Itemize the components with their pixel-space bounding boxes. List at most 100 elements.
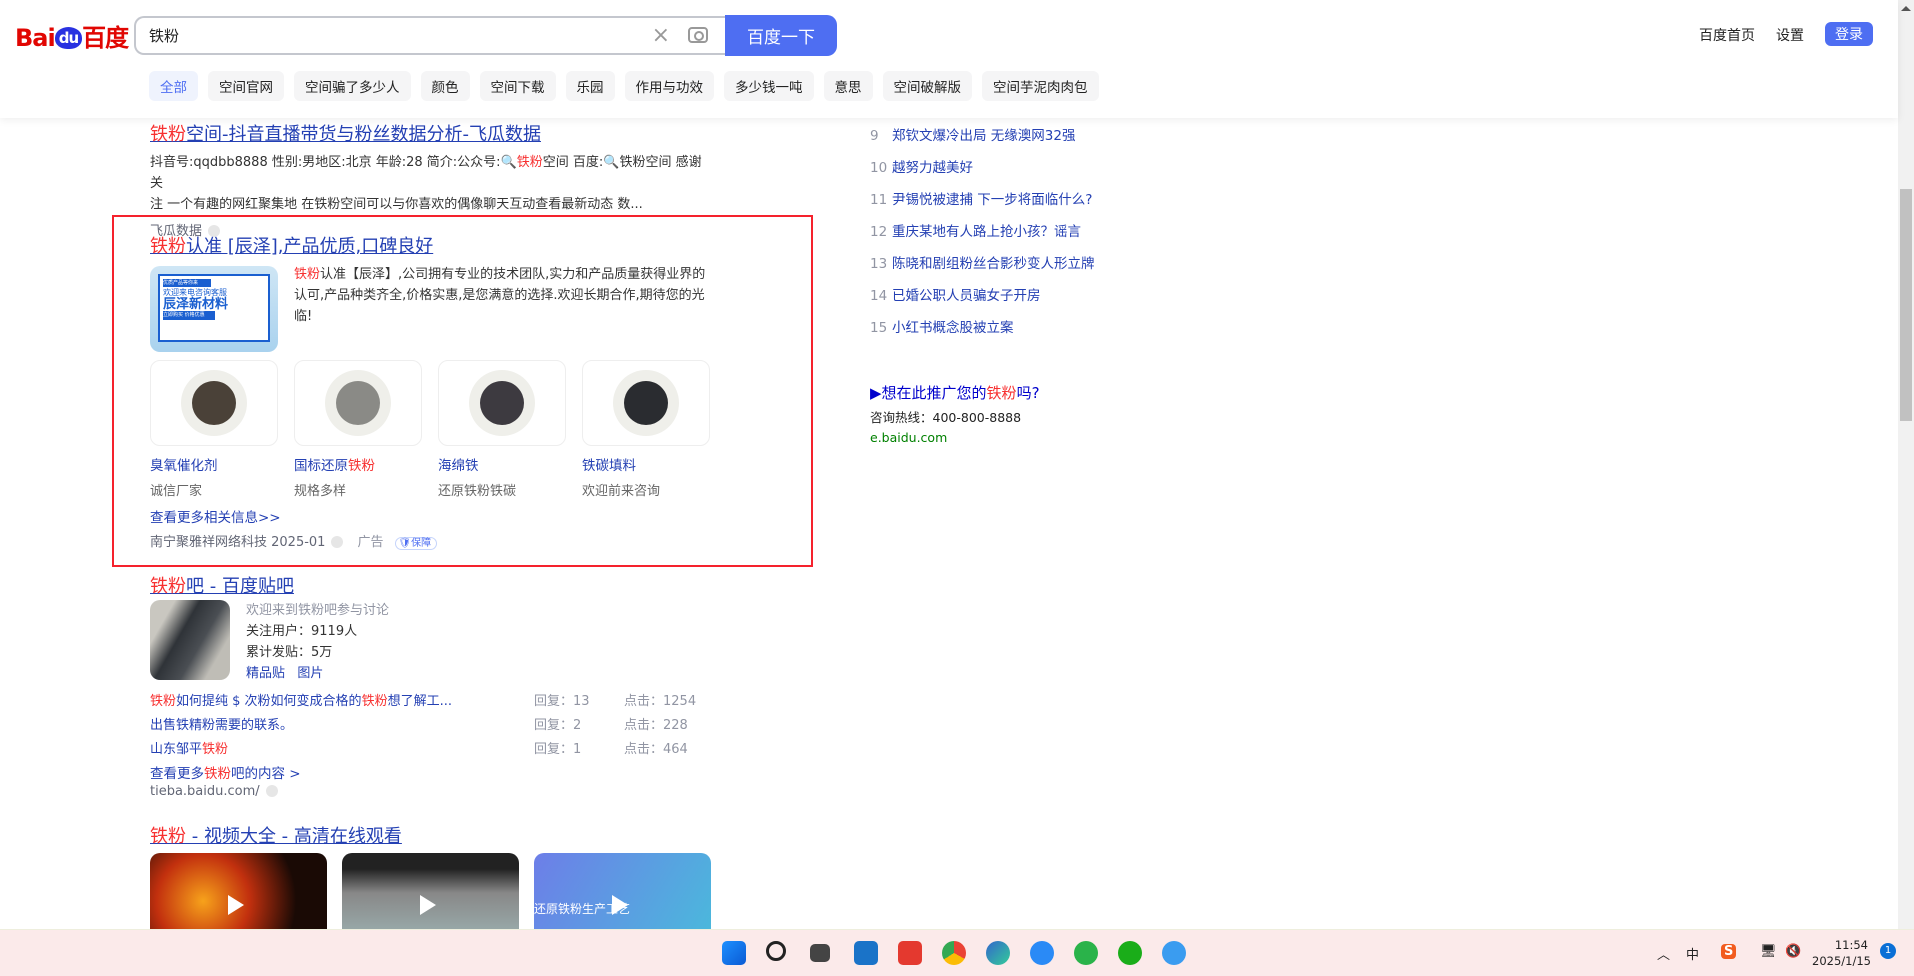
ad-source: 南宁聚雅祥网络科技 2025-01 xyxy=(150,535,326,550)
guarantee-badge[interactable]: 🛡保障 xyxy=(395,537,438,550)
tieba-thread-link[interactable]: 出售铁精粉需要的联系。 xyxy=(150,714,293,733)
ad-more-link[interactable]: 查看更多相关信息>> xyxy=(150,506,281,526)
thread-replies: 回复：13 xyxy=(534,694,590,709)
ad-title[interactable]: 铁粉认准 [辰泽],产品优质,口碑良好 xyxy=(150,232,433,258)
shield-icon: 🛡 xyxy=(398,538,412,549)
thread-clicks: 点击：228 xyxy=(624,718,688,733)
ie-browser-icon[interactable] xyxy=(1074,941,1098,965)
video-title[interactable]: 铁粉 - 视频大全 - 高清在线观看 xyxy=(150,822,402,848)
tray-expand-icon[interactable]: ︿ xyxy=(1657,944,1670,963)
hot-item[interactable]: 14 已婚公职人员骗女子开房 xyxy=(870,284,1041,304)
clear-icon[interactable]: × xyxy=(652,23,670,48)
network-icon[interactable]: 🖥 xyxy=(1760,944,1777,959)
hot-item[interactable]: 11 尹锡悦被逮捕 下一步将面临什么? xyxy=(870,188,1092,208)
taskbar: ︿ 中 S 🖥 🔇 11:54 2025/1/15 1 xyxy=(0,929,1914,976)
hot-title: 重庆某地有人路上抢小孩？谣言 xyxy=(892,224,1081,240)
hot-item[interactable]: 13 陈晓和剧组粉丝合影秒变人形立牌 xyxy=(870,252,1095,272)
tieba-images-link[interactable]: 图片 xyxy=(297,666,323,681)
login-button[interactable]: 登录 xyxy=(1825,22,1873,46)
settings-link[interactable]: 设置 xyxy=(1776,25,1804,45)
tab-1[interactable]: 空间官网 xyxy=(208,71,284,101)
promo: ▶想在此推广您的铁粉吗? 咨询热线：400-800-8888 e.baidu.c… xyxy=(870,382,1040,445)
tab-10[interactable]: 空间芋泥肉肉包 xyxy=(982,71,1099,101)
hot-item[interactable]: 10 越努力越美好 xyxy=(870,156,973,176)
product-image[interactable] xyxy=(294,360,422,446)
windows-start-icon[interactable] xyxy=(722,941,746,965)
video-thumb[interactable] xyxy=(342,853,519,933)
scroll-up-icon[interactable] xyxy=(1901,6,1911,11)
tab-0[interactable]: 全部 xyxy=(149,71,198,101)
play-icon xyxy=(612,895,628,915)
product-name[interactable]: 海绵铁 xyxy=(438,454,566,474)
product-name[interactable]: 铁碳填料 xyxy=(582,454,710,474)
tieba-image[interactable] xyxy=(150,600,230,680)
product-name[interactable]: 国标还原铁粉 xyxy=(294,454,422,474)
dropdown-icon[interactable] xyxy=(265,785,278,797)
tieba-more-link[interactable]: 查看更多铁粉吧的内容 > xyxy=(150,762,301,782)
tab-2[interactable]: 空间骗了多少人 xyxy=(294,71,411,101)
search-input[interactable]: 铁粉 × xyxy=(134,16,726,55)
product-card[interactable]: 臭氧催化剂 诚信厂家 xyxy=(150,360,278,499)
sogou-browser-icon[interactable] xyxy=(1030,941,1054,965)
result-desc: 抖音号:qqdbb8888 性别:男地区:北京 年龄:28 简介:公众号:🔍铁粉… xyxy=(150,155,702,212)
video-thumb[interactable]: 还原铁粉生产工艺 xyxy=(534,853,711,933)
product-image[interactable] xyxy=(150,360,278,446)
tieba-info: 欢迎来到铁粉吧参与讨论 关注用户：9119人 累计发贴：5万 精品贴 图片 xyxy=(246,603,390,681)
product-card[interactable]: 铁碳填料 欢迎前来咨询 xyxy=(582,360,710,499)
task-view-icon[interactable] xyxy=(810,944,830,962)
video-thumb[interactable] xyxy=(150,853,327,933)
promo-link[interactable]: ▶想在此推广您的铁粉吗? xyxy=(870,384,1040,402)
clock[interactable]: 11:54 2025/1/15 xyxy=(1812,937,1871,969)
notification-badge[interactable]: 1 xyxy=(1880,943,1896,959)
hot-item[interactable]: 12 重庆某地有人路上抢小孩？谣言 xyxy=(870,220,1081,240)
chrome-icon[interactable] xyxy=(942,941,966,965)
ime-indicator[interactable]: 中 xyxy=(1686,944,1699,963)
wechat-icon[interactable] xyxy=(1118,941,1142,965)
dropdown-icon[interactable] xyxy=(331,536,344,548)
widgets-icon[interactable] xyxy=(854,941,878,965)
product-card[interactable]: 海绵铁 还原铁粉铁碳 xyxy=(438,360,566,499)
tab-7[interactable]: 多少钱一吨 xyxy=(724,71,814,101)
tieba-title[interactable]: 铁粉吧 - 百度贴吧 xyxy=(150,572,294,598)
result-title[interactable]: 铁粉空间-抖音直播带货与粉丝数据分析-飞瓜数据 xyxy=(150,124,541,145)
search-icon[interactable] xyxy=(766,941,786,961)
product-image[interactable] xyxy=(438,360,566,446)
product-card[interactable]: 国标还原铁粉 规格多样 xyxy=(294,360,422,499)
scrollbar[interactable] xyxy=(1898,0,1914,929)
tab-6[interactable]: 作用与功效 xyxy=(624,71,714,101)
ad-banner-image[interactable]: 优质产品等你来 欢迎来电咨询客服 辰泽新材料 立即购买 价格优惠 xyxy=(150,266,278,352)
product-image[interactable] xyxy=(582,360,710,446)
camera-icon[interactable] xyxy=(688,27,708,43)
related-tabs: 全部 空间官网 空间骗了多少人 颜色 空间下载 乐园 作用与功效 多少钱一吨 意思 空间破解版 空间… xyxy=(149,71,1099,101)
tab-8[interactable]: 意思 xyxy=(823,71,873,101)
scrollbar-thumb[interactable] xyxy=(1900,189,1912,421)
hot-rank: 10 xyxy=(870,160,888,176)
promo-site[interactable]: e.baidu.com xyxy=(870,430,1040,445)
tab-5[interactable]: 乐园 xyxy=(565,71,615,101)
hot-title: 尹锡悦被逮捕 下一步将面临什么? xyxy=(892,192,1093,208)
hot-rank: 9 xyxy=(870,128,879,144)
baidu-netdisk-icon[interactable] xyxy=(1162,941,1186,965)
baidu-logo[interactable]: Bai du 百度 xyxy=(15,18,129,53)
tieba-featured-link[interactable]: 精品贴 xyxy=(246,666,285,681)
hot-rank: 15 xyxy=(870,320,888,336)
baidu-home-link[interactable]: 百度首页 xyxy=(1699,25,1755,45)
sogou-ime-icon[interactable]: S xyxy=(1721,944,1737,959)
tab-9[interactable]: 空间破解版 xyxy=(882,71,972,101)
tab-3[interactable]: 颜色 xyxy=(420,71,470,101)
product-name[interactable]: 臭氧催化剂 xyxy=(150,454,278,474)
volume-muted-icon[interactable]: 🔇 xyxy=(1785,944,1801,959)
thread-replies: 回复：2 xyxy=(534,718,582,733)
tieba-thread-link[interactable]: 铁粉如何提纯 $ 次粉如何变成合格的铁粉想了解工... xyxy=(150,690,452,709)
hot-item[interactable]: 9 郑钦文爆冷出局 无缘澳网32强 xyxy=(870,124,1075,144)
thread-replies: 回复：1 xyxy=(534,742,582,757)
tab-4[interactable]: 空间下载 xyxy=(479,71,556,101)
tieba-thread-link[interactable]: 山东邹平铁粉 xyxy=(150,738,228,757)
search-button[interactable]: 百度一下 xyxy=(725,15,837,56)
product-subtitle: 还原铁粉铁碳 xyxy=(438,484,517,499)
hot-rank: 11 xyxy=(870,192,888,208)
hot-item[interactable]: 15 小红书概念股被立案 xyxy=(870,316,1014,336)
hot-title: 陈晓和剧组粉丝合影秒变人形立牌 xyxy=(892,256,1095,272)
wps-icon[interactable] xyxy=(898,941,922,965)
edge-icon[interactable] xyxy=(986,941,1010,965)
